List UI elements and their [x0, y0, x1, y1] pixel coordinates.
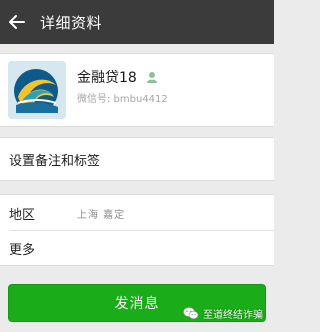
- more-row[interactable]: 更多: [0, 231, 274, 266]
- more-label: 更多: [9, 242, 36, 258]
- avatar[interactable]: [8, 61, 66, 119]
- back-arrow-icon: [9, 15, 25, 29]
- avatar-logo-icon: [8, 61, 66, 119]
- set-remark-and-tags-row[interactable]: 设置备注和标签: [0, 137, 274, 181]
- male-icon: [146, 71, 158, 83]
- back-button[interactable]: [2, 0, 32, 44]
- region-row: 地区 上海 嘉定: [0, 194, 274, 231]
- profile-card[interactable]: 金融贷18 微信号: bmbu4412: [0, 53, 274, 127]
- watermark-text: 至道终结诈骗: [203, 310, 263, 321]
- contact-name: 金融贷18: [77, 70, 137, 86]
- page-title: 详细资料: [40, 13, 103, 32]
- watermark: 至道终结诈骗: [183, 306, 263, 321]
- wechat-id: 微信号: bmbu4412: [77, 94, 168, 105]
- region-label: 地区: [9, 207, 36, 223]
- remark-label: 设置备注和标签: [9, 153, 101, 169]
- top-navigation-bar: 详细资料: [0, 0, 274, 44]
- region-value: 上海 嘉定: [77, 209, 126, 221]
- wechat-logo-icon: [183, 307, 199, 320]
- name-row: 金融贷18: [77, 67, 158, 87]
